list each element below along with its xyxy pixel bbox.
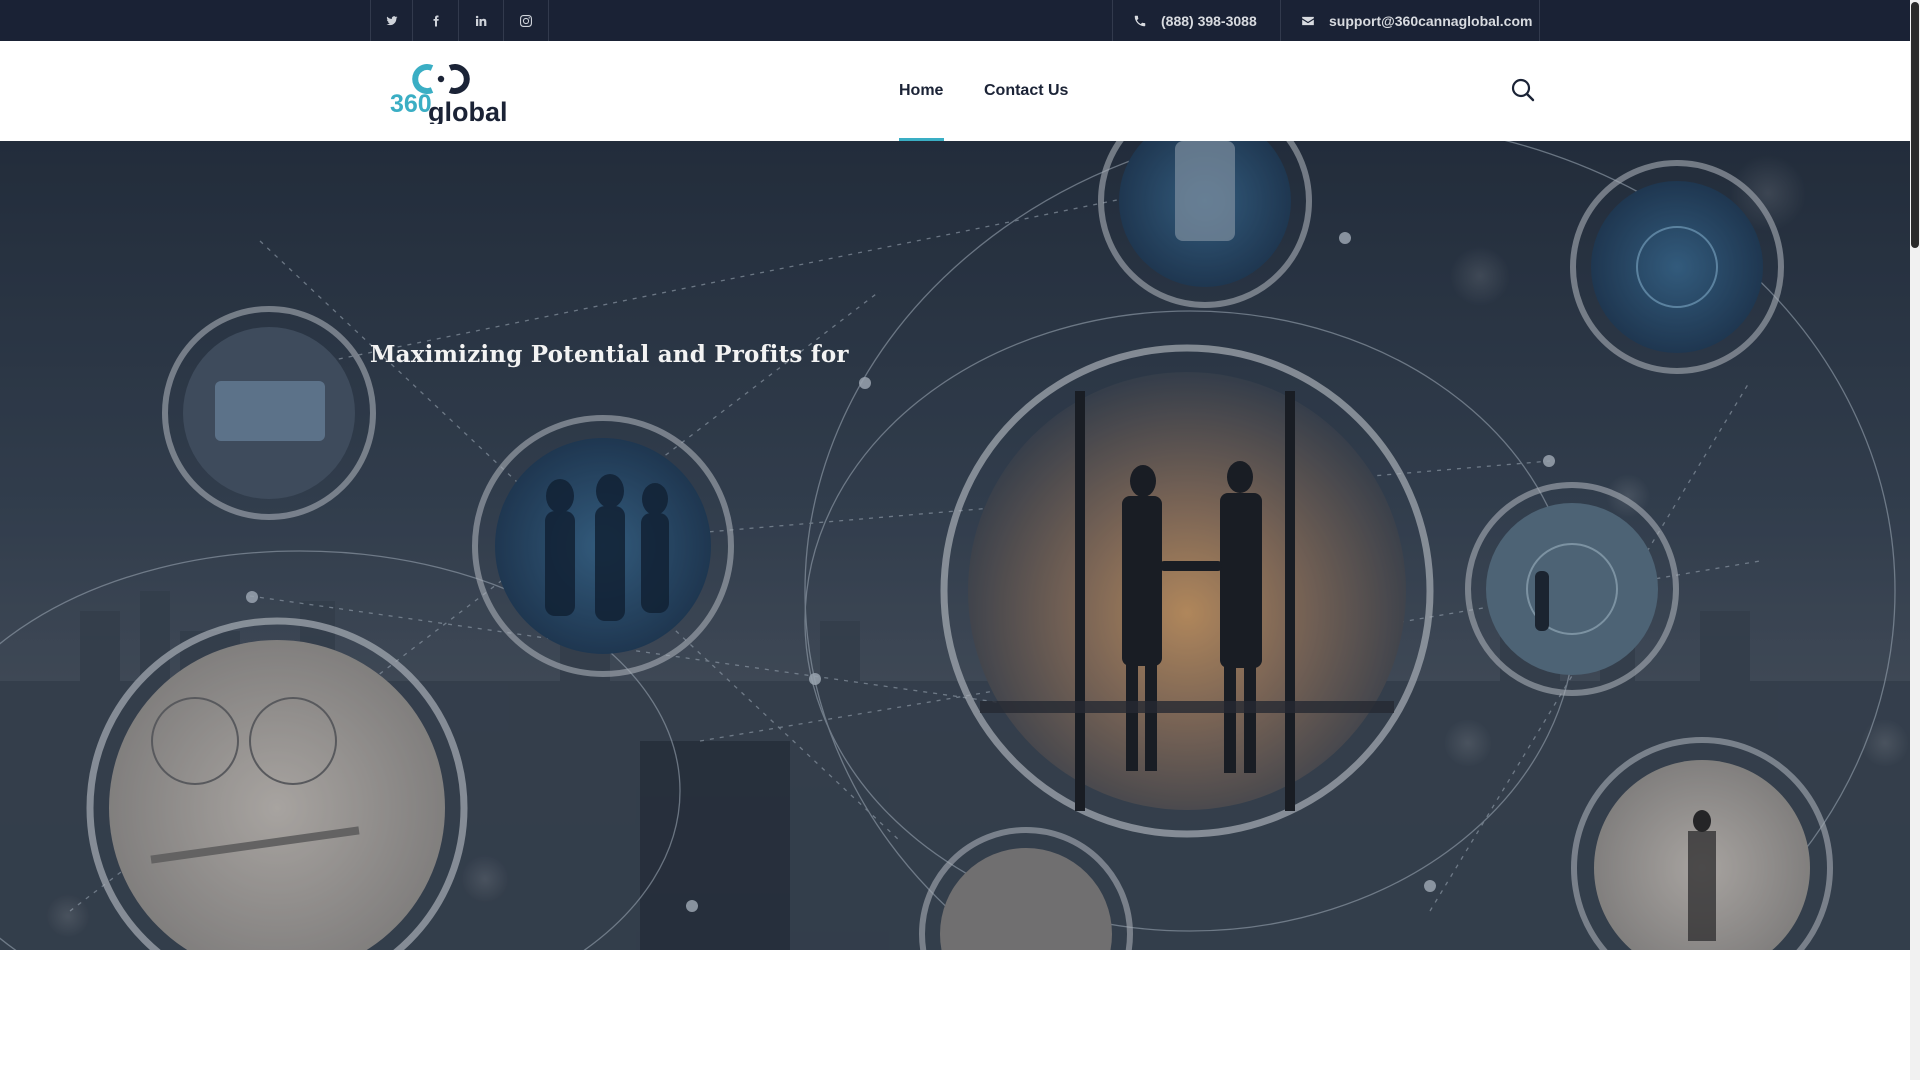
envelope-icon: [1302, 16, 1314, 25]
email-address: support@360cannaglobal.com: [1329, 12, 1533, 29]
site-header: 360 global Home Contact Us: [0, 41, 1910, 141]
logo-text-360: 360: [390, 90, 432, 118]
hero-background-image: [0, 141, 1910, 950]
facebook-link[interactable]: [412, 0, 458, 41]
phone-icon: [1134, 15, 1146, 26]
logo[interactable]: 360 global: [388, 58, 510, 127]
scrollbar-thumb[interactable]: [1911, 2, 1919, 248]
divider: [1112, 0, 1113, 41]
facebook-icon: [433, 15, 439, 26]
linkedin-link[interactable]: [458, 0, 503, 41]
twitter-link[interactable]: [370, 0, 412, 41]
logo-mark: 360 global: [390, 64, 508, 127]
phone-link[interactable]: (888) 398-3088: [1133, 0, 1257, 41]
divider: [1539, 0, 1540, 41]
hero-banner: Maximizing Potential and Profits for: [0, 141, 1910, 950]
search-button[interactable]: [1510, 77, 1536, 103]
nav-home[interactable]: Home: [899, 82, 943, 100]
instagram-icon: [520, 14, 532, 27]
twitter-icon: [386, 15, 397, 25]
instagram-link[interactable]: [503, 0, 549, 41]
top-bar: (888) 398-3088 support@360cannaglobal.co…: [0, 0, 1910, 41]
nav-contact-us[interactable]: Contact Us: [984, 82, 1068, 100]
email-link[interactable]: support@360cannaglobal.com: [1301, 0, 1532, 41]
logo-text-global: global: [428, 97, 508, 124]
hero-title: Maximizing Potential and Profits for: [370, 341, 849, 368]
linkedin-icon: [475, 15, 487, 26]
search-icon: [1511, 78, 1535, 102]
divider: [1280, 0, 1281, 41]
phone-number: (888) 398-3088: [1161, 12, 1257, 29]
